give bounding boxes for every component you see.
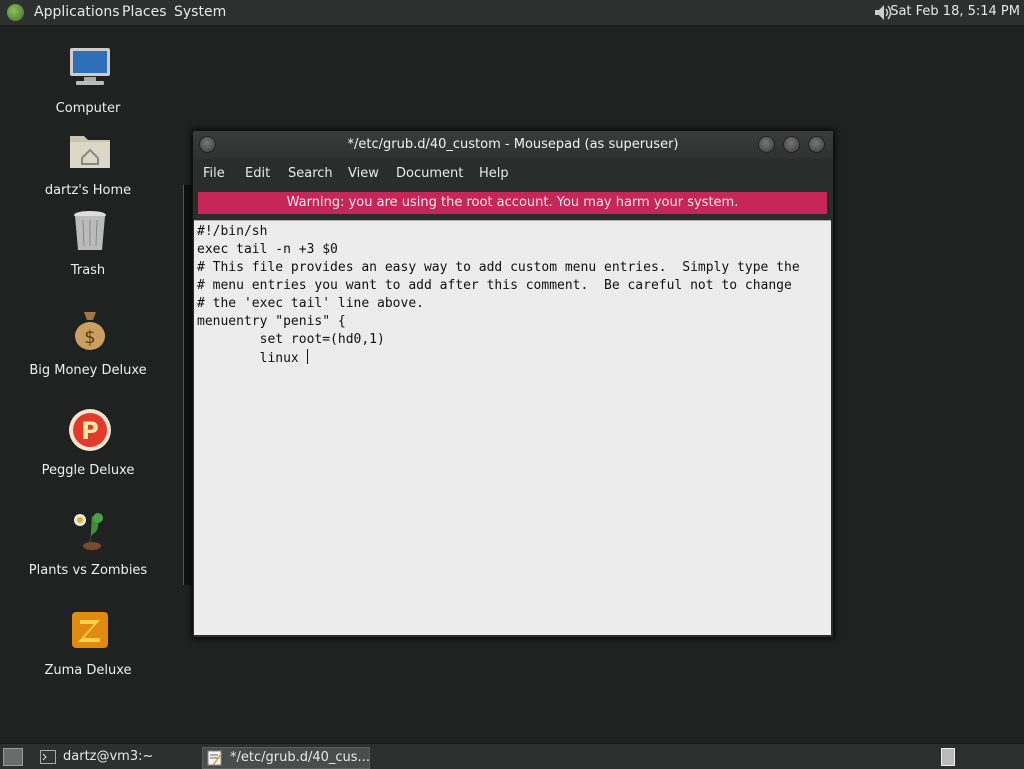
menu-applications[interactable]: Applications — [34, 4, 120, 20]
menu-view[interactable]: View — [348, 166, 379, 181]
task-label: dartz@vm3:~ — [63, 749, 154, 764]
window-titlebar[interactable]: */etc/grub.d/40_custom - Mousepad (as su… — [193, 131, 833, 159]
desktop-icon-label: Trash — [70, 263, 106, 278]
text-editor-area[interactable]: #!/bin/sh exec tail -n +3 $0 # This file… — [194, 220, 831, 635]
bottom-taskbar: dartz@vm3:~ */etc/grub.d/40_cus... — [0, 743, 1024, 769]
menu-file[interactable]: File — [203, 166, 225, 181]
flower-icon — [74, 513, 103, 550]
clock[interactable]: Sat Feb 18, 5:14 PM — [890, 4, 1020, 19]
code-line: # the 'exec tail' line above. — [197, 296, 424, 311]
terminal-icon — [40, 750, 56, 764]
home-folder-icon — [70, 136, 110, 168]
code-line: exec tail -n +3 $0 — [197, 242, 338, 257]
code-line: # This file provides an easy way to add … — [197, 260, 800, 275]
close-icon[interactable] — [808, 136, 825, 153]
task-label: */etc/grub.d/40_cus... — [230, 750, 370, 765]
text-editor-icon — [207, 750, 222, 766]
code-line: linux — [197, 351, 307, 366]
editor-content: #!/bin/sh exec tail -n +3 $0 # This file… — [194, 221, 831, 368]
menu-places[interactable]: Places — [122, 4, 167, 20]
trash-icon — [74, 211, 106, 250]
svg-text:P: P — [81, 417, 99, 445]
gnome-foot-icon[interactable] — [7, 4, 24, 21]
menu-help[interactable]: Help — [479, 166, 509, 181]
code-line: #!/bin/sh — [197, 224, 268, 239]
menu-search[interactable]: Search — [288, 166, 333, 181]
text-cursor — [306, 349, 308, 364]
code-line: menuentry "penis" { — [197, 314, 346, 329]
menu-system[interactable]: System — [174, 4, 226, 20]
desktop-icon-label: dartz's Home — [44, 183, 132, 198]
menu-document[interactable]: Document — [396, 166, 463, 181]
desktop-icon-label: Zuma Deluxe — [44, 663, 132, 678]
menubar: File Edit Search View Document Help — [193, 159, 833, 187]
desktop-icon-label: Computer — [55, 101, 121, 116]
window-title: */etc/grub.d/40_custom - Mousepad (as su… — [347, 137, 679, 152]
maximize-icon[interactable] — [783, 136, 800, 153]
show-desktop-icon[interactable] — [3, 748, 23, 766]
root-warning-bar: Warning: you are using the root account.… — [198, 192, 827, 214]
minimize-icon[interactable] — [758, 136, 775, 153]
workspace-switcher-icon[interactable] — [941, 748, 955, 766]
top-panel: Applications Places System Sat Feb 18, 5… — [0, 0, 1024, 26]
computer-icon — [70, 48, 110, 85]
code-line: # menu entries you want to add after thi… — [197, 278, 792, 293]
code-line: set root=(hd0,1) — [197, 332, 385, 347]
desktop-icon-label: Big Money Deluxe — [29, 363, 147, 378]
desktop-icon-label: Peggle Deluxe — [41, 463, 135, 478]
task-terminal[interactable]: dartz@vm3:~ — [36, 747, 196, 767]
desktop-icon-label: Plants vs Zombies — [28, 563, 148, 578]
peggle-icon: P — [69, 409, 111, 451]
money-bag-icon: $ — [75, 312, 105, 350]
svg-text:$: $ — [84, 327, 95, 348]
mousepad-window: */etc/grub.d/40_custom - Mousepad (as su… — [192, 130, 834, 638]
zuma-icon — [72, 612, 108, 648]
menu-edit[interactable]: Edit — [245, 166, 270, 181]
task-mousepad[interactable]: */etc/grub.d/40_cus... — [202, 747, 370, 769]
